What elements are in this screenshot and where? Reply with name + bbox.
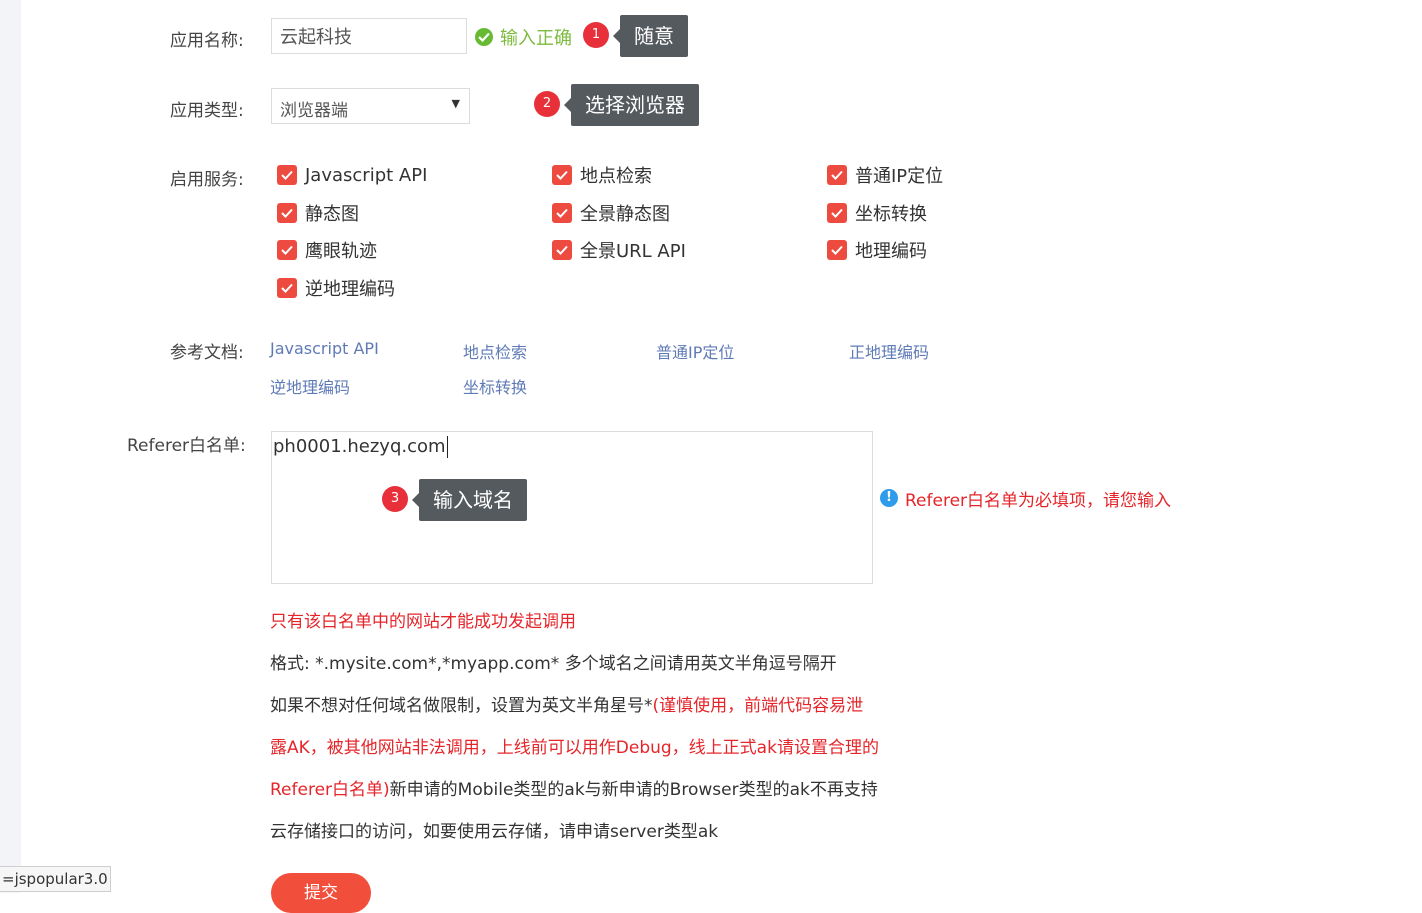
checked-checkbox-icon <box>552 165 572 185</box>
referer-note-6: 云存储接口的访问，如要使用云存储，请申请server类型ak <box>270 822 719 842</box>
service-checkbox-panorama-url[interactable]: 全景URL API <box>552 239 686 262</box>
checked-checkbox-icon <box>552 240 572 260</box>
app-name-valid-text: 输入正确 <box>500 28 572 49</box>
referer-value: ph0001.hezyq.com <box>273 436 448 458</box>
service-checkbox-geocoding[interactable]: 地理编码 <box>827 239 927 262</box>
service-checkbox-reverse-geocoding[interactable]: 逆地理编码 <box>277 277 395 300</box>
app-name-input[interactable] <box>271 18 467 54</box>
service-checkbox-place-search[interactable]: 地点检索 <box>552 164 652 187</box>
dropdown-arrow-icon: ▼ <box>451 97 460 110</box>
doc-link-geocoding[interactable]: 正地理编码 <box>849 339 929 363</box>
service-label: 全景静态图 <box>580 204 670 225</box>
service-checkbox-coord-convert[interactable]: 坐标转换 <box>827 202 927 225</box>
checked-checkbox-icon <box>277 240 297 260</box>
checked-checkbox-icon <box>827 203 847 223</box>
annotation-badge-3: 3 <box>382 486 408 512</box>
text-caret <box>446 436 448 458</box>
browser-status-bar: =jspopular3.0 <box>0 866 111 892</box>
referer-label: Referer白名单: <box>127 436 246 456</box>
referer-note-format: 格式: *.mysite.com*,*myapp.com* 多个域名之间请用英文… <box>270 654 837 674</box>
annotation-badge-1: 1 <box>583 22 609 48</box>
doc-link-coord-convert[interactable]: 坐标转换 <box>463 374 527 398</box>
check-circle-icon <box>475 28 493 46</box>
service-label: Javascript API <box>305 164 428 186</box>
checked-checkbox-icon <box>277 278 297 298</box>
service-label: 鹰眼轨迹 <box>305 241 377 262</box>
note-5-text: 新申请的Mobile类型的ak与新申请的Browser类型的ak不再支持 <box>389 780 878 800</box>
doc-link-ip-location[interactable]: 普通IP定位 <box>656 339 734 363</box>
service-checkbox-static-map[interactable]: 静态图 <box>277 202 359 225</box>
doc-link-javascript-api[interactable]: Javascript API <box>270 339 379 358</box>
referer-note-3: 如果不想对任何域名做限制，设置为英文半角星号*(谨慎使用，前端代码容易泄 <box>270 691 863 716</box>
service-label: 全景URL API <box>580 241 686 262</box>
checked-checkbox-icon <box>277 165 297 185</box>
submit-button[interactable]: 提交 <box>271 873 371 913</box>
app-type-select[interactable]: 浏览器端 ▼ <box>271 88 470 124</box>
service-checkbox-ip-location[interactable]: 普通IP定位 <box>827 164 944 187</box>
annotation-tooltip-3: 输入域名 <box>412 479 527 521</box>
referer-textarea[interactable]: ph0001.hezyq.com <box>271 431 873 584</box>
service-checkbox-panorama-static[interactable]: 全景静态图 <box>552 202 670 225</box>
referer-note-1: 只有该白名单中的网站才能成功发起调用 <box>270 612 576 632</box>
doc-link-reverse-geocoding[interactable]: 逆地理编码 <box>270 374 350 398</box>
service-label: 坐标转换 <box>855 204 927 225</box>
note-3-text: 如果不想对任何域名做限制，设置为英文半角星号* <box>270 696 653 716</box>
service-label: 地点检索 <box>580 166 652 187</box>
checked-checkbox-icon <box>552 203 572 223</box>
checked-checkbox-icon <box>277 203 297 223</box>
left-sidebar-strip <box>0 0 21 893</box>
app-type-selected-value: 浏览器端 <box>280 101 348 121</box>
service-label: 静态图 <box>305 204 359 225</box>
doc-link-place-search[interactable]: 地点检索 <box>463 339 527 363</box>
referer-note-5: Referer白名单)新申请的Mobile类型的ak与新申请的Browser类型… <box>270 775 878 800</box>
service-label: 逆地理编码 <box>305 279 395 300</box>
referer-value-text: ph0001.hezyq.com <box>273 436 446 457</box>
services-label: 启用服务: <box>170 170 244 190</box>
note-3-warning: (谨慎使用，前端代码容易泄 <box>652 696 864 716</box>
referer-error-text: Referer白名单为必填项，请您输入 <box>905 491 1172 511</box>
annotation-badge-2: 2 <box>534 91 560 117</box>
service-label: 普通IP定位 <box>855 166 944 187</box>
checked-checkbox-icon <box>827 240 847 260</box>
service-checkbox-javascript-api[interactable]: Javascript API <box>277 164 427 186</box>
app-name-label: 应用名称: <box>170 31 244 51</box>
annotation-tooltip-1: 随意 <box>613 15 688 57</box>
exclamation-info-icon: ! <box>880 489 898 507</box>
service-label: 地理编码 <box>855 241 927 262</box>
annotation-tooltip-2: 选择浏览器 <box>564 84 699 126</box>
referer-note-4: 露AK，被其他网站非法调用，上线前可以用作Debug，线上正式ak请设置合理的 <box>270 738 879 758</box>
docs-label: 参考文档: <box>170 343 244 363</box>
service-checkbox-eagle-eye[interactable]: 鹰眼轨迹 <box>277 239 377 262</box>
checked-checkbox-icon <box>827 165 847 185</box>
app-type-label: 应用类型: <box>170 101 244 121</box>
note-5-warning: Referer白名单) <box>270 780 390 800</box>
